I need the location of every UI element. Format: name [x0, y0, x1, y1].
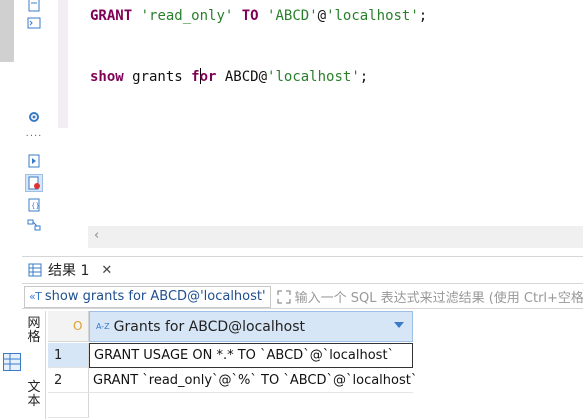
code-text-grants: grants: [123, 69, 192, 85]
empty-row-number: [48, 393, 89, 418]
code-line-2[interactable]: show grants for ABCD@'localhost';: [90, 68, 368, 85]
table-cell[interactable]: GRANT `read_only`@`%` TO `ABCD`@`localho…: [89, 368, 417, 393]
sort-order-marker: O: [73, 319, 83, 333]
sql-editor[interactable]: GRANT 'read_only' TO 'ABCD'@'localhost';…: [58, 0, 583, 230]
string-role: 'read_only': [140, 8, 234, 24]
editor-horizontal-scrollbar[interactable]: ‹: [88, 226, 583, 248]
row-number[interactable]: 2: [48, 368, 89, 393]
script-icon[interactable]: [25, 0, 43, 14]
side-tab-grid[interactable]: 网格: [27, 317, 41, 345]
code-line-1[interactable]: GRANT 'read_only' TO 'ABCD'@'localhost';: [90, 8, 427, 24]
settings-gear-icon[interactable]: [25, 108, 43, 126]
keyword-to: TO: [241, 8, 259, 24]
row-number-header[interactable]: O: [48, 311, 89, 342]
grid-table-icon: [28, 263, 42, 277]
code-text-user: ABCD@: [216, 69, 268, 85]
outline-icon[interactable]: [25, 216, 43, 234]
side-tab-text[interactable]: 文本: [27, 381, 41, 409]
left-edge-strip: [0, 0, 14, 62]
filter-placeholder: 输入一个 SQL 表达式来过滤结果 (使用 Ctrl+空格): [294, 291, 583, 306]
close-tab-icon[interactable]: ✕: [101, 263, 112, 278]
string-host: 'localhost': [326, 8, 419, 24]
semicolon: ;: [418, 8, 428, 24]
results-tab-bar: 结果 1 ✕: [22, 256, 583, 284]
console-icon[interactable]: [25, 14, 43, 32]
execute-icon[interactable]: [25, 152, 43, 170]
scroll-left-icon[interactable]: ‹: [94, 228, 99, 243]
string-host-2: 'localhost': [267, 69, 360, 85]
string-user: 'ABCD': [267, 8, 318, 24]
expand-arrows-icon: [277, 290, 291, 303]
table-cell[interactable]: GRANT USAGE ON *.* TO `ABCD`@`localhost`: [89, 343, 413, 368]
grid-side-toolbar: 网格 文本: [22, 311, 46, 419]
query-text-button[interactable]: «T show grants for ABCD@'localhost': [24, 285, 271, 308]
column-header-grants[interactable]: A-Z Grants for ABCD@localhost: [89, 311, 413, 342]
column-header-label: Grants for ABCD@localhost: [113, 318, 305, 335]
editor-gutter: [58, 0, 68, 128]
at-sign: @: [317, 8, 327, 24]
semicolon-2: ;: [359, 69, 369, 85]
keyword-for-part1: f: [191, 69, 200, 85]
export-icon[interactable]: {}: [25, 196, 43, 214]
results-tab-label: 结果 1: [48, 263, 90, 279]
tab-results-1[interactable]: 结果 1 ✕: [22, 257, 123, 283]
row-number[interactable]: 1: [48, 343, 89, 368]
filter-bar: «T show grants for ABCD@'localhost' 输入一个…: [22, 285, 583, 309]
sort-az-icon: A-Z: [96, 321, 110, 331]
sql-query-icon: «T: [29, 290, 42, 303]
keyword-for-part2: or: [199, 69, 217, 85]
query-text: show grants for ABCD@'localhost': [44, 289, 266, 304]
keyword-show: show: [90, 69, 124, 85]
editor-toolbar: ···· {}: [14, 0, 54, 231]
column-filter-arrow-icon[interactable]: [394, 322, 404, 328]
filter-input[interactable]: 输入一个 SQL 表达式来过滤结果 (使用 Ctrl+空格): [277, 287, 583, 306]
explain-plan-icon[interactable]: [25, 174, 43, 192]
toolbar-more-dots: ····: [25, 131, 43, 142]
grid-view-icon[interactable]: [3, 353, 21, 371]
keyword-grant: GRANT: [90, 8, 133, 24]
svg-text:{}: {}: [31, 202, 40, 210]
